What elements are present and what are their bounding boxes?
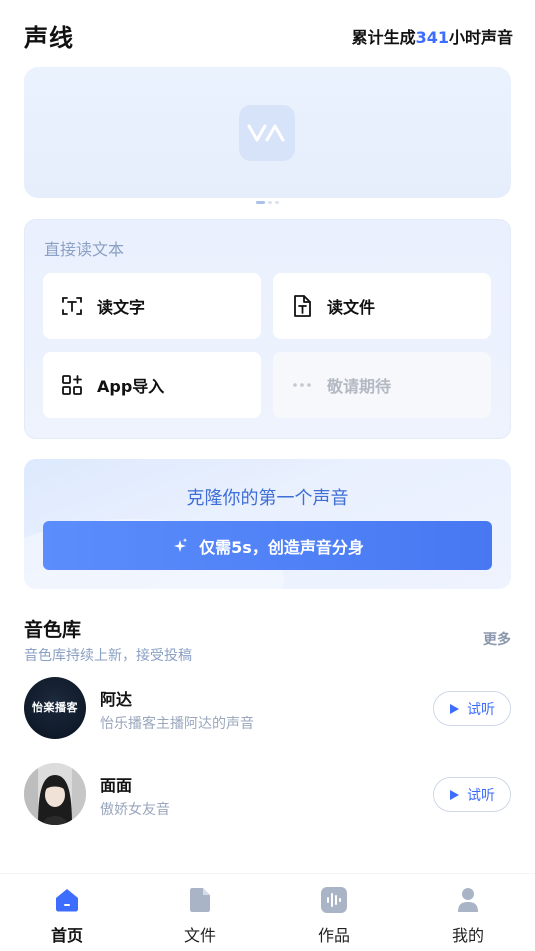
read-text-button[interactable]: 读文字 xyxy=(43,273,261,339)
preview-button[interactable]: 试听 xyxy=(433,777,511,812)
preview-label: 试听 xyxy=(467,701,495,718)
tab-profile[interactable]: 我的 xyxy=(423,886,513,946)
carousel-dot xyxy=(256,201,265,204)
voice-description: 傲娇女友音 xyxy=(100,802,170,818)
read-file-button[interactable]: 读文件 xyxy=(273,273,491,339)
stats-hours-value: 341 xyxy=(415,28,449,47)
coming-soon-label: 敬请期待 xyxy=(327,377,392,396)
stats-prefix: 累计生成 xyxy=(351,28,416,47)
carousel-dot xyxy=(275,201,279,204)
bottom-tab-bar: 首页 文件 作品 我的 xyxy=(0,873,535,951)
home-icon xyxy=(53,886,81,913)
voice-name: 面面 xyxy=(100,776,133,795)
voice-description: 怡乐播客主播阿达的声音 xyxy=(100,716,254,732)
preview-button[interactable]: 试听 xyxy=(433,691,511,726)
app-grid-add-icon xyxy=(59,372,85,398)
voice-library-subtitle: 音色库持续上新，接受投稿 xyxy=(24,648,192,664)
preview-label: 试听 xyxy=(467,787,495,804)
tab-works[interactable]: 作品 xyxy=(289,886,379,946)
sparkle-icon xyxy=(171,537,189,555)
app-import-label: App导入 xyxy=(97,377,165,396)
read-panel-title: 直接读文本 xyxy=(44,240,125,259)
app-title: 声线 xyxy=(24,24,74,52)
document-icon xyxy=(189,886,211,913)
va-logo-icon xyxy=(239,105,295,161)
voice-library-title: 音色库 xyxy=(24,619,82,641)
avatar: 怡楽播客 xyxy=(24,677,86,739)
carousel-indicator xyxy=(0,201,535,207)
coming-soon-tile: 敬请期待 xyxy=(273,352,491,418)
header: 声线 累计生成341小时声音 xyxy=(0,0,535,70)
read-text-label: 读文字 xyxy=(97,298,146,317)
tab-home-label: 首页 xyxy=(50,926,83,945)
voice-name: 阿达 xyxy=(100,690,133,709)
voice-list-item[interactable]: 怡楽播客 阿达 怡乐播客主播阿达的声音 试听 xyxy=(24,677,511,739)
voice-library-more-link[interactable]: 更多 xyxy=(483,629,511,649)
create-voice-clone-button[interactable]: 仅需5s，创造声音分身 xyxy=(43,521,492,570)
file-text-icon xyxy=(289,293,315,319)
read-file-label: 读文件 xyxy=(327,298,376,317)
create-voice-clone-label: 仅需5s，创造声音分身 xyxy=(199,537,364,557)
tab-profile-label: 我的 xyxy=(451,926,484,945)
play-icon xyxy=(449,789,460,801)
play-icon xyxy=(449,703,460,715)
tab-works-label: 作品 xyxy=(317,926,350,945)
app-import-button[interactable]: App导入 xyxy=(43,352,261,418)
banner-carousel[interactable] xyxy=(24,67,511,198)
tab-home[interactable]: 首页 xyxy=(22,886,112,946)
generation-stats: 累计生成341小时声音 xyxy=(352,24,513,48)
clone-title: 克隆你的第一个声音 xyxy=(186,488,349,509)
read-text-panel: 直接读文本 读文字 读文件 App导入 敬请期待 xyxy=(24,219,511,439)
tab-files-label: 文件 xyxy=(183,926,216,945)
carousel-dot xyxy=(268,201,272,204)
clone-voice-card: 克隆你的第一个声音 仅需5s，创造声音分身 xyxy=(24,459,511,589)
more-dots-icon xyxy=(289,372,315,398)
person-icon xyxy=(457,886,479,913)
text-scan-icon xyxy=(59,293,85,319)
stats-suffix: 小时声音 xyxy=(448,28,513,47)
tab-files[interactable]: 文件 xyxy=(155,886,245,946)
audio-wave-icon xyxy=(321,886,347,913)
avatar xyxy=(24,763,86,825)
avatar-brand-logo: 怡楽播客 xyxy=(32,701,78,715)
voice-list-item[interactable]: 面面 傲娇女友音 试听 xyxy=(24,763,511,825)
